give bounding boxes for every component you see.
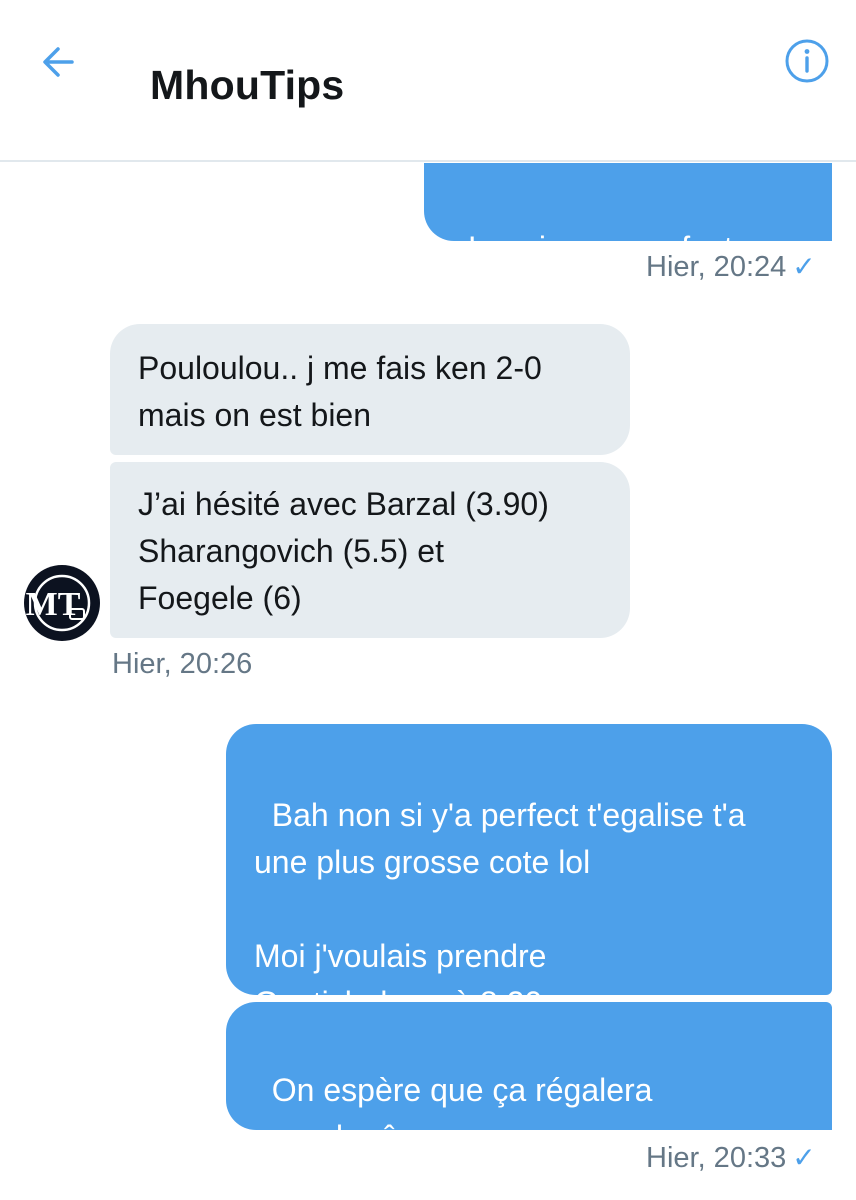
message-text: Bah non si y'a perfect t'egalise t'a une…	[254, 797, 746, 1021]
smiling-emoji-icon: 😊	[271, 1169, 306, 1200]
conversation-title: MhouTips	[150, 62, 345, 108]
avatar[interactable]: MT	[24, 565, 100, 641]
message-timestamp: Hier, 20:24 ✓	[646, 250, 816, 283]
sent-check-icon: ✓	[792, 1141, 816, 1174]
conversation-header: MhouTips	[0, 0, 856, 162]
sent-check-icon: ✓	[792, 250, 816, 283]
message-text: On espère que ça régalera quand-même	[254, 1072, 653, 1155]
mhoutips-logo: MT	[26, 567, 98, 639]
message-bubble-incoming[interactable]: Pouloulou.. j me fais ken 2-0 mais on es…	[110, 324, 630, 455]
message-bubble-incoming[interactable]: J’ai hésité avec Barzal (3.90) Sharangov…	[110, 462, 630, 638]
back-button[interactable]	[34, 38, 82, 86]
message-bubble-outgoing[interactable]: Imagine un perfect 😍	[424, 163, 832, 315]
heart-eyes-emoji-icon: 😍	[467, 280, 502, 318]
svg-text:MT: MT	[26, 586, 81, 623]
info-button[interactable]	[784, 38, 830, 84]
info-circle-icon	[785, 39, 829, 83]
message-timestamp: Hier, 20:33 ✓	[646, 1141, 816, 1174]
message-bubble-outgoing[interactable]: On espère que ça régalera quand-même 😊	[226, 1002, 832, 1200]
arrow-left-icon	[43, 47, 74, 77]
message-bubble-outgoing[interactable]: Bah non si y'a perfect t'egalise t'a une…	[226, 724, 832, 1070]
message-timestamp: Hier, 20:26	[112, 648, 253, 680]
